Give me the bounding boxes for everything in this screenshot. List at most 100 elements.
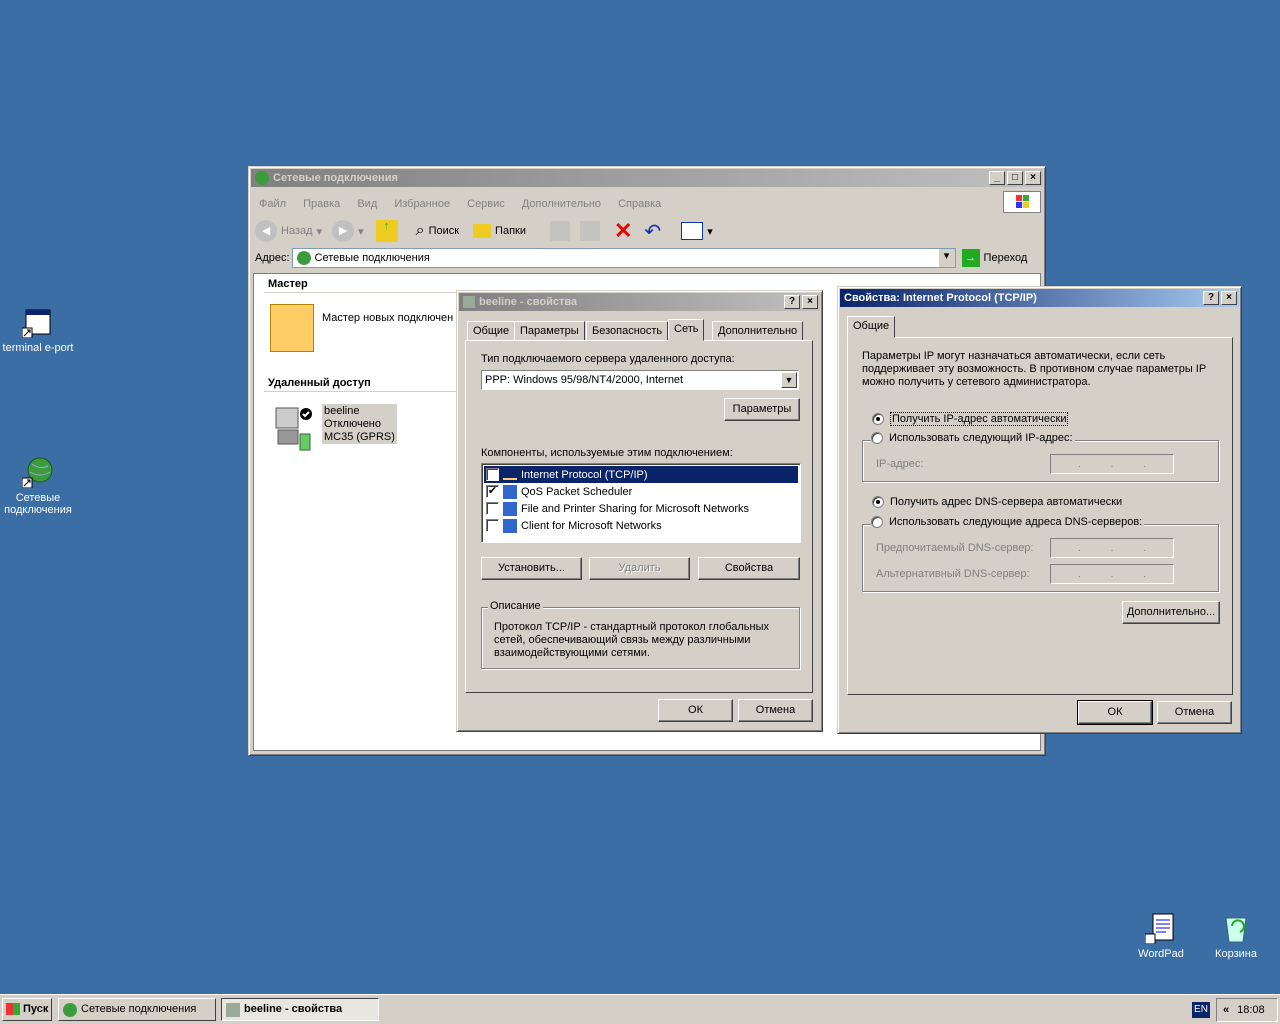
desktop-icon-terminal[interactable]: terminal e-port bbox=[0, 306, 76, 354]
cancel-button[interactable]: Отмена bbox=[1157, 701, 1232, 724]
chevron-down-icon[interactable]: ▾ bbox=[707, 225, 713, 238]
chevron-down-icon: ▾ bbox=[316, 225, 323, 238]
dialup-connection-icon bbox=[272, 404, 316, 452]
list-item[interactable]: File and Printer Sharing for Microsoft N… bbox=[484, 500, 798, 517]
connection-item-beeline[interactable]: beeline Отключено MC35 (GPRS) bbox=[272, 404, 397, 452]
install-button[interactable]: Установить... bbox=[481, 557, 582, 580]
properties-button[interactable]: Свойства bbox=[698, 557, 800, 580]
component-checkbox[interactable] bbox=[486, 502, 499, 515]
component-checkbox[interactable]: ✔ bbox=[486, 485, 499, 498]
ip-auto-label: Получить IP-адрес автоматически bbox=[890, 412, 1069, 426]
address-bar: Адрес: Сетевые подключения ▾ → Переход bbox=[255, 247, 1041, 269]
tab-general[interactable]: Общие bbox=[467, 321, 516, 341]
remove-button[interactable]: Удалить bbox=[589, 557, 690, 580]
ok-button[interactable]: ОК bbox=[1077, 700, 1153, 725]
ok-button[interactable]: ОК bbox=[658, 699, 733, 722]
clock[interactable]: 18:08 bbox=[1237, 1004, 1265, 1016]
list-item[interactable]: Client for Microsoft Networks bbox=[484, 517, 798, 534]
connection-small-icon bbox=[463, 296, 475, 308]
tab-networking[interactable]: Сеть bbox=[668, 319, 705, 341]
client-icon bbox=[503, 518, 517, 533]
dns-manual-radio[interactable]: Использовать следующие адреса DNS-сервер… bbox=[871, 516, 1145, 528]
dns-manual-group: Использовать следующие адреса DNS-сервер… bbox=[862, 516, 1219, 592]
search-button[interactable]: ⌕ Поиск bbox=[416, 222, 459, 240]
close-button[interactable]: × bbox=[802, 295, 818, 309]
help-button[interactable]: ? bbox=[784, 295, 800, 309]
preferred-dns-label: Предпочитаемый DNS-сервер: bbox=[876, 542, 1034, 554]
up-folder-icon[interactable]: ↑ bbox=[375, 220, 398, 242]
help-button[interactable]: ? bbox=[1203, 291, 1219, 305]
list-item[interactable]: ✔ Internet Protocol (TCP/IP) bbox=[484, 466, 798, 483]
tab-general[interactable]: Общие bbox=[847, 316, 896, 338]
ip-manual-radio[interactable]: Использовать следующий IP-адрес: bbox=[871, 432, 1075, 444]
component-label: Internet Protocol (TCP/IP) bbox=[521, 468, 648, 481]
dialog-titlebar[interactable]: beeline - свойства ? × bbox=[459, 293, 820, 311]
tab-security[interactable]: Безопасность bbox=[586, 321, 669, 341]
close-button[interactable]: × bbox=[1025, 171, 1041, 185]
tray-expand-icon[interactable]: « bbox=[1223, 1004, 1229, 1016]
task-network-connections[interactable]: Сетевые подключения bbox=[58, 998, 216, 1021]
recycle-bin-icon bbox=[1220, 912, 1252, 944]
menu-advanced[interactable]: Дополнительно bbox=[522, 198, 601, 210]
chevron-down-icon[interactable]: ▾ bbox=[938, 249, 955, 267]
taskbar: Пуск Сетевые подключения beeline - свойс… bbox=[0, 994, 1280, 1024]
network-folder-icon bbox=[63, 1003, 77, 1017]
radio-indicator bbox=[871, 432, 883, 444]
desktop-icon-wordpad[interactable]: WordPad bbox=[1123, 912, 1199, 960]
server-type-select[interactable]: PPP: Windows 95/98/NT4/2000, Internet ▼ bbox=[481, 370, 799, 390]
wizard-icon bbox=[270, 304, 314, 352]
networking-panel: Тип подключаемого сервера удаленного дос… bbox=[465, 340, 813, 693]
undo-icon[interactable]: ↶ bbox=[644, 219, 661, 244]
menu-tools[interactable]: Сервис bbox=[467, 198, 505, 210]
menu-favorites[interactable]: Избранное bbox=[394, 198, 450, 210]
move-to-icon[interactable] bbox=[549, 221, 570, 241]
delete-icon[interactable]: ✕ bbox=[614, 220, 632, 242]
go-button[interactable]: → Переход bbox=[961, 249, 1027, 267]
close-button[interactable]: × bbox=[1221, 291, 1237, 305]
windows-flag-icon bbox=[6, 1003, 20, 1015]
explorer-titlebar[interactable]: Сетевые подключения _ □ × bbox=[251, 169, 1043, 187]
tab-advanced[interactable]: Дополнительно bbox=[712, 321, 804, 341]
menu-help[interactable]: Справка bbox=[618, 198, 661, 210]
component-checkbox[interactable] bbox=[486, 519, 499, 532]
desktop-icon-recycle[interactable]: Корзина bbox=[1198, 912, 1274, 960]
language-indicator[interactable]: EN bbox=[1192, 1002, 1210, 1018]
dns-auto-radio[interactable]: Получить адрес DNS-сервера автоматически bbox=[872, 496, 1122, 508]
views-icon[interactable] bbox=[681, 222, 704, 240]
maximize-button[interactable]: □ bbox=[1007, 171, 1023, 185]
start-button[interactable]: Пуск bbox=[2, 998, 52, 1021]
copy-to-icon[interactable] bbox=[579, 221, 600, 241]
connection-name: beeline bbox=[324, 405, 360, 417]
connection-status: Отключено bbox=[324, 418, 381, 430]
component-label: Client for Microsoft Networks bbox=[521, 519, 662, 532]
menu-file[interactable]: Файл bbox=[259, 198, 286, 210]
dialog-titlebar[interactable]: Свойства: Internet Protocol (TCP/IP) ? × bbox=[840, 289, 1239, 307]
advanced-button[interactable]: Дополнительно... bbox=[1122, 601, 1220, 624]
folders-button[interactable]: Папки bbox=[473, 224, 526, 238]
description-group: Описание Протокол TCP/IP - стандартный п… bbox=[481, 600, 800, 669]
list-item[interactable]: ✔ QoS Packet Scheduler bbox=[484, 483, 798, 500]
tab-options[interactable]: Параметры bbox=[514, 321, 585, 341]
ip-auto-radio[interactable]: Получить IP-адрес автоматически bbox=[872, 412, 1069, 426]
component-checkbox[interactable]: ✔ bbox=[486, 468, 499, 481]
address-input[interactable]: Сетевые подключения ▾ bbox=[291, 248, 956, 268]
parameters-button[interactable]: Параметры bbox=[724, 398, 800, 421]
menu-edit[interactable]: Правка bbox=[303, 198, 340, 210]
chevron-down-icon: ▾ bbox=[358, 225, 364, 238]
cancel-button[interactable]: Отмена bbox=[738, 699, 813, 722]
forward-button[interactable]: ▶ ▾ bbox=[332, 220, 364, 242]
connection-device: MC35 (GPRS) bbox=[324, 431, 395, 443]
chevron-down-icon[interactable]: ▼ bbox=[781, 372, 797, 388]
back-button[interactable]: ◀ Назад ▾ bbox=[255, 220, 322, 242]
task-beeline-properties[interactable]: beeline - свойства bbox=[221, 998, 379, 1021]
tcpip-properties-dialog: Свойства: Internet Protocol (TCP/IP) ? ×… bbox=[837, 286, 1242, 734]
desktop-icon-network[interactable]: Сетевые подключения bbox=[0, 456, 76, 516]
components-list: ✔ Internet Protocol (TCP/IP) ✔ QoS Packe… bbox=[481, 463, 801, 543]
ip-address-input[interactable]: ... bbox=[1050, 454, 1174, 474]
new-connection-wizard-item[interactable]: Мастер новых подключен bbox=[270, 304, 453, 352]
menu-view[interactable]: Вид bbox=[357, 198, 377, 210]
minimize-button[interactable]: _ bbox=[989, 171, 1005, 185]
preferred-dns-input[interactable]: ... bbox=[1050, 538, 1174, 558]
component-label: QoS Packet Scheduler bbox=[521, 485, 633, 498]
alternate-dns-input[interactable]: ... bbox=[1050, 564, 1174, 584]
